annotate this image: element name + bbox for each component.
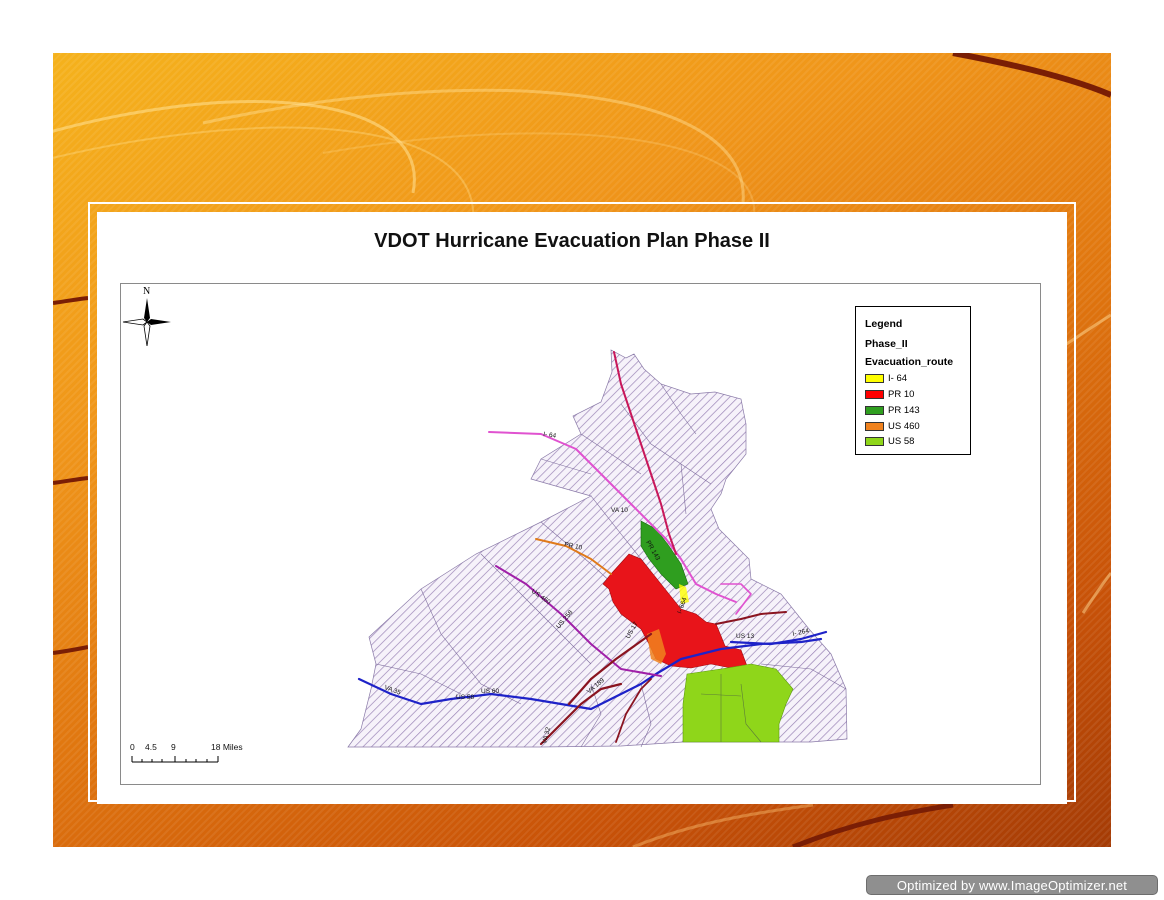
north-label: N [143,286,150,297]
legend-item-label: I- 64 [888,373,908,384]
legend-swatch [865,390,884,399]
route-label: I- 64 [543,431,557,440]
legend-item: PR 143 [865,405,920,416]
route-label: US 13 [736,633,754,640]
route-label: VA 10 [611,507,628,514]
legend-item-label: US 460 [888,421,920,432]
legend-swatch [865,374,884,383]
legend-item-label: PR 143 [888,405,920,416]
legend-item-label: US 58 [888,436,915,447]
optimizer-watermark-badge: Optimized by www.ImageOptimizer.net [866,875,1158,895]
legend-heading: Legend [865,318,903,330]
map-legend: Legend Phase_II Evacuation_route I- 64 P… [855,306,971,455]
route-label: US 58 [456,694,474,701]
legend-field-name: Evacuation_route [865,356,954,368]
map-frame: I- 64 PR 10 PR 143 US 460 US 58 VA 10 US… [120,283,1041,785]
map-title: VDOT Hurricane Evacuation Plan Phase II [374,230,770,252]
legend-item: I- 64 [865,373,907,384]
legend-swatch [865,437,884,446]
legend-swatch [865,406,884,415]
legend-item: US 460 [865,421,920,432]
route-label: US 60 [481,688,499,695]
scale-bar: 0 4.5 9 18 Miles [130,742,260,768]
scale-bar-ruler [131,756,219,763]
north-arrow-icon: N [122,286,171,346]
legend-layer-name: Phase_II [865,338,908,350]
legend-item: US 58 [865,436,914,447]
zone-us-58 [682,663,794,743]
map-slide-panel: VDOT Hurricane Evacuation Plan Phase II [97,212,1067,804]
legend-item-label: PR 10 [888,389,915,400]
legend-item: PR 10 [865,389,914,400]
legend-swatch [865,422,884,431]
